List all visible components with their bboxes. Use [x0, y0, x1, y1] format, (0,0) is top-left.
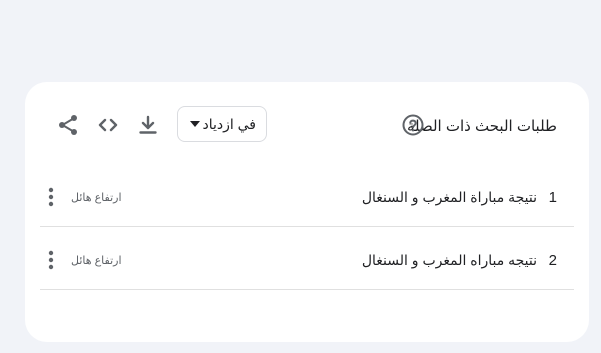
- related-queries-card: طلبات البحث ذات الصلة في ازدياد 1 نتيجة …: [25, 82, 589, 342]
- list-item[interactable]: 1 نتيجة مباراة المغرب و السنغال ارتفاع ه…: [40, 167, 574, 227]
- more-vert-icon[interactable]: [44, 250, 58, 270]
- row-divider: [40, 289, 574, 290]
- sort-dropdown-label: في ازدياد: [202, 116, 256, 132]
- more-vert-icon[interactable]: [44, 187, 58, 207]
- card-title: طلبات البحث ذات الصلة: [406, 118, 557, 135]
- row-query-link[interactable]: نتيجة مباراة المغرب و السنغال: [362, 189, 537, 206]
- share-icon[interactable]: [56, 113, 80, 137]
- row-rank: 2: [548, 252, 557, 269]
- sort-dropdown[interactable]: في ازدياد: [177, 106, 267, 142]
- embed-code-icon[interactable]: [96, 113, 120, 137]
- row-rank: 1: [548, 189, 557, 206]
- caret-down-icon: [190, 121, 200, 127]
- help-icon[interactable]: [401, 113, 425, 137]
- row-divider: [40, 226, 574, 227]
- row-value: ارتفاع هائل: [71, 255, 122, 267]
- list-item-partial: [40, 293, 574, 353]
- download-icon[interactable]: [136, 113, 160, 137]
- row-value: ارتفاع هائل: [71, 192, 122, 204]
- list-item[interactable]: 2 نتيجه مباراه المغرب و السنغال ارتفاع ه…: [40, 230, 574, 290]
- row-query-link[interactable]: نتيجه مباراه المغرب و السنغال: [362, 252, 537, 269]
